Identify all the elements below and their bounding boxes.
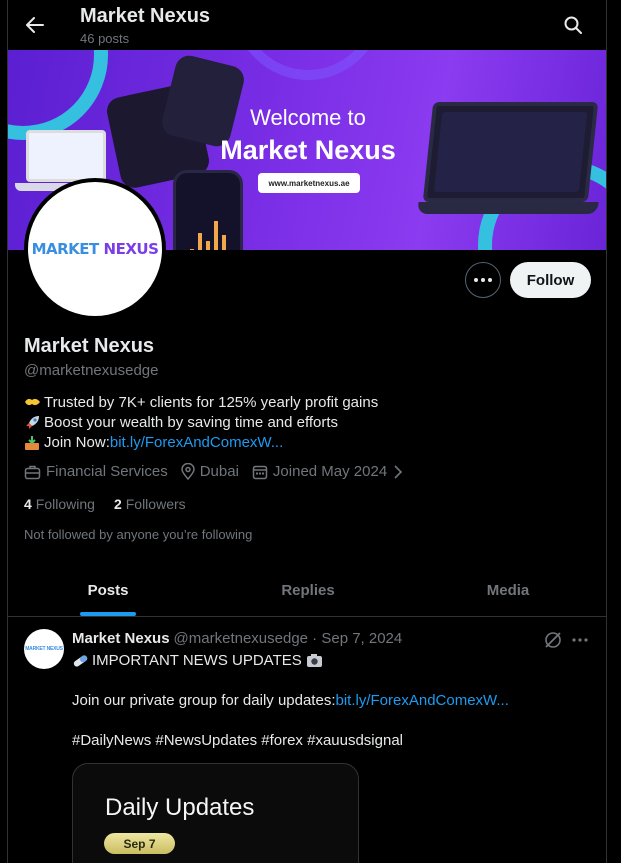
post-text-line: Join our private group for daily updates… [72,692,509,709]
following-label: Following [35,496,95,512]
avatar-logo: MARKET NEXUS [28,182,162,316]
pill-emoji-icon [72,653,90,669]
banner-phone-illustration [173,170,243,250]
avatar[interactable]: MARKET NEXUS [24,178,166,320]
profile-name: Market Nexus [24,335,155,357]
banner-brand: Market Nexus [220,135,396,165]
tab-media[interactable]: Media [408,564,606,616]
joined-text: Joined May 2024 [272,463,388,480]
post-media-image[interactable]: Daily Updates Sep 7 [72,763,359,863]
banner-welcome: Welcome to [250,105,366,130]
briefcase-icon [24,465,41,479]
profile-bio: Trusted by 7K+ clients for 125% yearly p… [24,393,378,453]
profile-meta: Financial Services Dubai Joined May 2024 [24,463,421,480]
avatar-logo-word: NEXUS [103,240,159,258]
page-title: Market Nexus [80,5,211,27]
banner-headline: Welcome to Market Nexus [198,105,418,166]
following-count[interactable]: 4 Following [24,496,95,512]
more-dots-icon [474,278,492,282]
banner-ring [8,50,108,140]
followers-label: Followers [125,496,186,512]
bio-line: Trusted by 7K+ clients for 125% yearly p… [24,393,378,413]
follow-counts: 4 Following 2 Followers [24,496,205,512]
post-body-text: Join our private group for daily updates… [72,692,336,709]
bio-line: Boost your wealth by saving time and eff… [24,413,378,433]
joined-date[interactable]: Joined May 2024 [252,463,408,480]
profile-handle: @marketnexusedge [24,362,159,379]
calendar-icon [252,465,268,479]
top-bar: Market Nexus 46 posts [8,0,606,50]
following-number: 4 [24,496,32,512]
post-avatar[interactable]: MARKET NEXUS [24,629,64,669]
bio-text: Trusted by 7K+ clients for 125% yearly p… [44,394,379,411]
bio-text: Join Now: [44,434,110,451]
post-author[interactable]: Market Nexus [72,630,170,647]
tab-replies[interactable]: Replies [208,564,408,616]
post-headline: IMPORTANT NEWS UPDATES [92,652,302,669]
banner-laptop-illustration [15,130,119,191]
media-title: Daily Updates [105,794,255,821]
banner-laptop-base [417,202,599,214]
followers-number: 2 [113,496,122,512]
location-text: Dubai [199,463,239,480]
follow-button[interactable]: Follow [510,262,591,298]
location-pin-icon [180,463,195,480]
post-meta[interactable]: @marketnexusedge · Sep 7, 2024 [174,630,403,647]
bio-text: Boost your wealth by saving time and eff… [44,414,339,431]
followers-count[interactable]: 2 Followers [114,496,186,512]
handshake-emoji-icon [24,395,42,411]
banner-url: www.marketnexus.ae [258,173,360,193]
tab-label: Posts [87,581,129,599]
location: Dubai [180,463,239,480]
search-icon[interactable] [560,12,586,38]
post-avatar-logo: MARKET NEXUS [25,646,63,652]
bio-link[interactable]: bit.ly/ForexAndComexW... [110,433,283,453]
active-tab-indicator [80,612,136,616]
post-header: Market Nexus @marketnexusedge · Sep 7, 2… [72,630,402,647]
inbox-tray-emoji-icon [24,435,42,451]
rocket-emoji-icon [24,415,42,431]
profile-column: Market Nexus 46 posts Welcome to Market … [7,0,607,863]
category-text: Financial Services [46,463,168,480]
not-followed-notice: Not followed by anyone you’re following [24,527,253,542]
avatar-logo-text: MARKET NEXUS [32,240,159,258]
camera-emoji-icon [306,653,324,669]
post-count: 46 posts [80,31,130,46]
category: Financial Services [24,463,168,480]
banner-ring [233,50,383,80]
tab-label: Replies [281,581,335,599]
bio-line: Join Now: bit.ly/ForexAndComexW... [24,433,378,453]
media-date-pill: Sep 7 [104,833,175,854]
more-options-button[interactable] [465,262,501,298]
grok-icon[interactable] [543,630,563,655]
profile-tabs: Posts Replies Media [8,564,606,617]
post-hashtags[interactable]: #DailyNews #NewsUpdates #forex #xauusdsi… [72,732,403,749]
banner-laptop-illustration [422,102,599,202]
post-text-line: IMPORTANT NEWS UPDATES [72,652,326,669]
tab-label: Media [486,581,530,599]
tab-posts[interactable]: Posts [8,564,208,616]
post-link[interactable]: bit.ly/ForexAndComexW... [336,692,509,709]
post-more-icon[interactable] [571,630,589,655]
avatar-logo-word: MARKET [31,240,100,258]
chevron-right-icon [394,464,403,479]
back-arrow-icon[interactable] [22,12,48,38]
